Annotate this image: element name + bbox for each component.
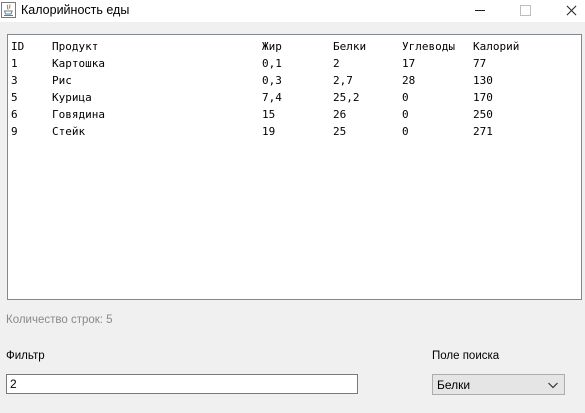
cell-fat: 7,4 <box>262 91 282 104</box>
maximize-button[interactable] <box>502 0 548 22</box>
table-header-row: ID Продукт Жир Белки Углеводы Калорий <box>8 38 581 55</box>
cell-carbs: 0 <box>402 108 409 121</box>
cell-calories: 77 <box>473 57 487 70</box>
cell-product: Картошка <box>52 57 105 70</box>
filter-input[interactable] <box>6 374 358 394</box>
cell-id: 3 <box>11 74 18 87</box>
cell-product: Стейк <box>52 125 86 138</box>
cell-carbs: 0 <box>402 91 409 104</box>
cell-carbs: 28 <box>402 74 416 87</box>
search-field-label: Поле поиска <box>432 350 500 362</box>
cell-calories: 271 <box>473 125 493 138</box>
header-product: Продукт <box>52 40 99 53</box>
cell-id: 5 <box>11 91 18 104</box>
cell-product: Рис <box>52 74 72 87</box>
cell-fat: 15 <box>262 108 276 121</box>
chevron-down-icon <box>548 382 558 389</box>
window-title: Калорийность еды <box>21 3 130 17</box>
cell-id: 6 <box>11 108 18 121</box>
cell-product: Курица <box>52 91 92 104</box>
filter-label: Фильтр <box>6 350 45 362</box>
cell-protein: 2,7 <box>333 74 353 87</box>
cell-id: 9 <box>11 125 18 138</box>
header-protein: Белки <box>333 40 367 53</box>
title-bar: Калорийность еды <box>0 0 585 22</box>
table-row[interactable]: 3 Рис 0,3 2,7 28 130 <box>8 72 581 89</box>
cell-calories: 130 <box>473 74 493 87</box>
cell-calories: 170 <box>473 91 493 104</box>
header-calories: Калорий <box>473 40 520 53</box>
cell-fat: 0,3 <box>262 74 282 87</box>
close-button[interactable] <box>548 0 585 22</box>
header-carbs: Углеводы <box>402 40 455 53</box>
cell-calories: 250 <box>473 108 493 121</box>
java-icon <box>1 2 16 18</box>
cell-fat: 19 <box>262 125 276 138</box>
cell-fat: 0,1 <box>262 57 282 70</box>
row-count-label: Количество строк: 5 <box>6 314 113 326</box>
cell-protein: 25,2 <box>333 91 360 104</box>
cell-carbs: 17 <box>402 57 416 70</box>
minimize-button[interactable] <box>456 0 502 22</box>
table-row[interactable]: 5 Курица 7,4 25,2 0 170 <box>8 89 581 106</box>
search-field-dropdown[interactable]: Белки <box>432 374 565 395</box>
table-row[interactable]: 9 Стейк 19 25 0 271 <box>8 123 581 140</box>
table-row[interactable]: 6 Говядина 15 26 0 250 <box>8 106 581 123</box>
cell-protein: 2 <box>333 57 340 70</box>
cell-carbs: 0 <box>402 125 409 138</box>
header-id: ID <box>11 40 25 53</box>
cell-product: Говядина <box>52 108 105 121</box>
table-row[interactable]: 1 Картошка 0,1 2 17 77 <box>8 55 581 72</box>
search-field-selected: Белки <box>437 378 471 392</box>
cell-id: 1 <box>11 57 18 70</box>
food-table[interactable]: ID Продукт Жир Белки Углеводы Калорий 1 … <box>7 34 582 300</box>
cell-protein: 26 <box>333 108 347 121</box>
header-fat: Жир <box>262 40 282 53</box>
cell-protein: 25 <box>333 125 347 138</box>
